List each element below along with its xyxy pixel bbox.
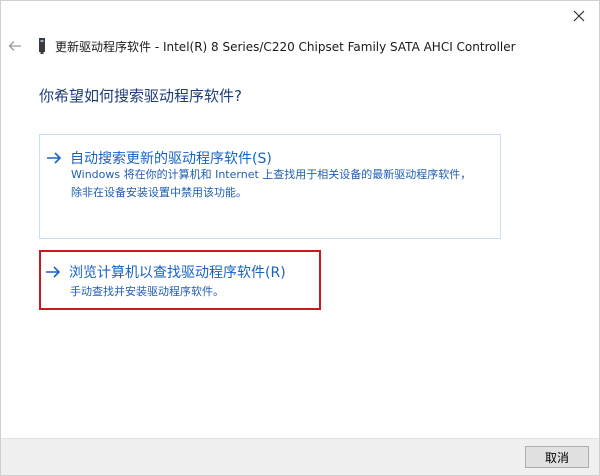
auto-search-option[interactable]: 自动搜索更新的驱动程序软件(S) Windows 将在你的计算机和 Intern… [39,134,501,239]
auto-search-description: Windows 将在你的计算机和 Internet 上查找用于相关设备的最新驱动… [71,168,472,199]
back-button[interactable] [7,38,23,54]
window-title: 更新驱动程序软件 - Intel(R) 8 Series/C220 Chipse… [55,39,516,54]
cancel-button[interactable]: 取消 [525,446,589,468]
window-title-row: 更新驱动程序软件 - Intel(R) 8 Series/C220 Chipse… [37,36,516,56]
arrow-right-icon [47,152,62,164]
close-icon [573,10,585,22]
back-arrow-icon [8,41,21,51]
auto-search-title: 自动搜索更新的驱动程序软件(S) [70,151,272,167]
arrow-right-icon [46,266,61,278]
browse-computer-title: 浏览计算机以查找驱动程序软件(R) [69,265,286,281]
browse-computer-option[interactable]: 浏览计算机以查找驱动程序软件(R) 手动查找并安装驱动程序软件。 [39,250,321,310]
browse-computer-description: 手动查找并安装驱动程序软件。 [70,285,224,298]
close-button[interactable] [565,5,593,27]
device-icon [39,38,45,54]
page-heading: 你希望如何搜索驱动程序软件? [39,87,242,105]
auto-search-head: 自动搜索更新的驱动程序软件(S) [46,148,272,168]
dialog-footer: 取消 [1,438,599,475]
browse-computer-head: 浏览计算机以查找驱动程序软件(R) [45,262,286,282]
driver-update-window: 更新驱动程序软件 - Intel(R) 8 Series/C220 Chipse… [0,0,600,476]
